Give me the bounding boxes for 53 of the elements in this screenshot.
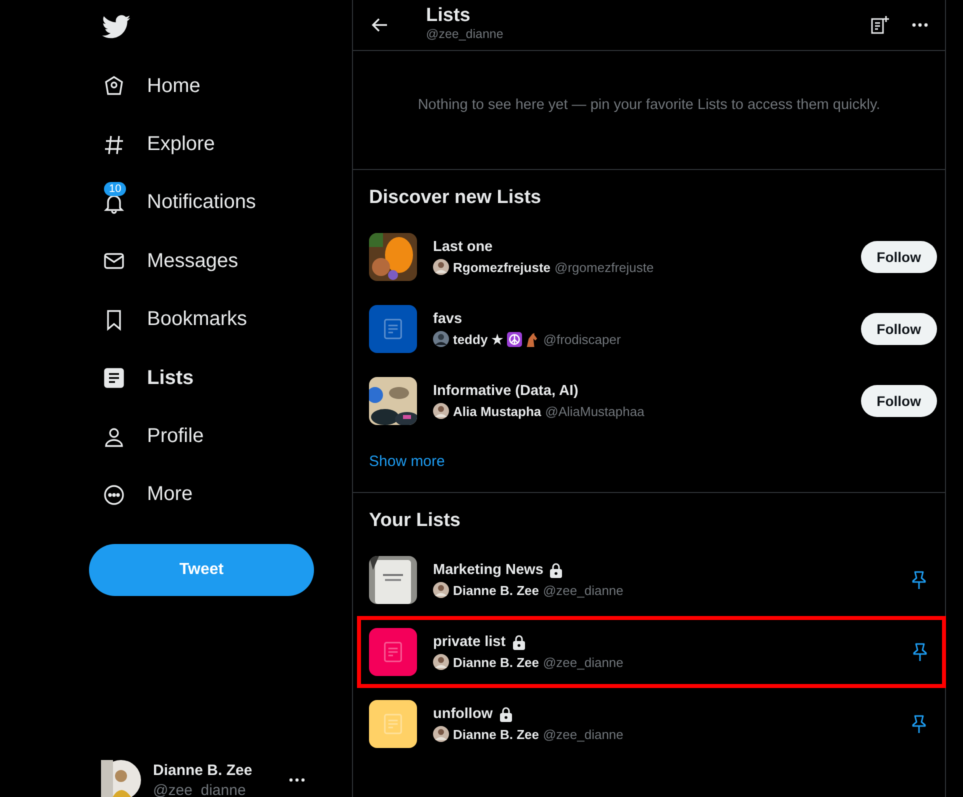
list-row[interactable]: favs teddy ★ @frodiscaper Follow — [353, 293, 945, 365]
owner-handle: @rgomezfrejuste — [554, 260, 654, 274]
section-title: Your Lists — [369, 510, 462, 532]
nav-item[interactable]: 10 Notifications — [89, 174, 314, 232]
owner-handle: @AliaMustaphaa — [545, 404, 644, 418]
owner-handle: @zee_dianne — [542, 726, 624, 742]
follow-button[interactable]: Follow — [860, 385, 937, 417]
account-name: Dianne B. Zee — [153, 762, 254, 778]
nav-item[interactable]: Messages — [89, 232, 314, 291]
list-row[interactable]: Last one Rgomezfrejuste @rgomezfrejuste Follow — [353, 221, 945, 293]
list-row[interactable]: Marketing News Dianne B. Zee @zee_dianne — [353, 544, 945, 616]
horse-icon — [524, 332, 540, 346]
owner-name: Alia Mustapha — [453, 404, 542, 418]
owner-handle: @frodiscaper — [543, 332, 621, 346]
lock-icon — [512, 634, 526, 650]
lock-icon — [549, 562, 564, 578]
empty-message: Nothing to see here yet — pin your favorite Lists to access them quickly. — [418, 97, 880, 113]
list-name: Marketing News — [433, 562, 544, 578]
more-icon[interactable] — [288, 778, 306, 782]
owner-name: Dianne B. Zee — [453, 726, 539, 742]
nav-item[interactable]: Home — [89, 57, 314, 116]
list-name: private list — [433, 634, 506, 650]
section-title: Discover new Lists — [369, 187, 542, 209]
list-name: Last one — [433, 239, 494, 255]
owner-name: Dianne B. Zee — [453, 582, 539, 598]
list-row[interactable]: Informative (Data, AI) Alia Mustapha @AliaMustaphaa Follow — [353, 365, 945, 437]
nav-item[interactable]: Explore — [89, 115, 314, 174]
nav-item[interactable]: More — [89, 466, 314, 524]
nav-item[interactable]: Lists — [89, 348, 314, 408]
list-name: Informative (Data, AI) — [433, 383, 580, 399]
bird-logo-icon[interactable] — [102, 15, 131, 39]
peace-icon — [507, 332, 522, 346]
page-title: Lists — [426, 5, 472, 27]
follow-button[interactable]: Follow — [860, 241, 937, 273]
list-row[interactable]: private list Dianne B. Zee @zee_dianne — [357, 616, 946, 688]
page-handle: @zee_dianne — [426, 27, 504, 41]
owner-handle: @zee_dianne — [542, 654, 624, 670]
owner-handle: @zee_dianne — [542, 582, 624, 598]
nav-item[interactable]: Bookmarks — [89, 290, 314, 349]
list-name: favs — [433, 311, 464, 327]
follow-button[interactable]: Follow — [860, 313, 937, 345]
notification-badge: 10 — [104, 182, 126, 196]
new-list-icon[interactable] — [869, 14, 891, 36]
owner-name: Dianne B. Zee — [453, 654, 539, 670]
nav-item[interactable]: Profile — [89, 407, 314, 466]
list-row[interactable]: unfollow Dianne B. Zee @zee_dianne — [353, 688, 945, 760]
owner-name: teddy ★ — [453, 332, 504, 346]
lock-icon — [498, 706, 513, 722]
owner-name: Rgomezfrejuste — [453, 260, 551, 274]
more-icon — [102, 482, 126, 507]
list-icon — [102, 366, 126, 390]
show-more-link[interactable]: Show more — [353, 437, 945, 492]
list-name: unfollow — [433, 706, 493, 722]
